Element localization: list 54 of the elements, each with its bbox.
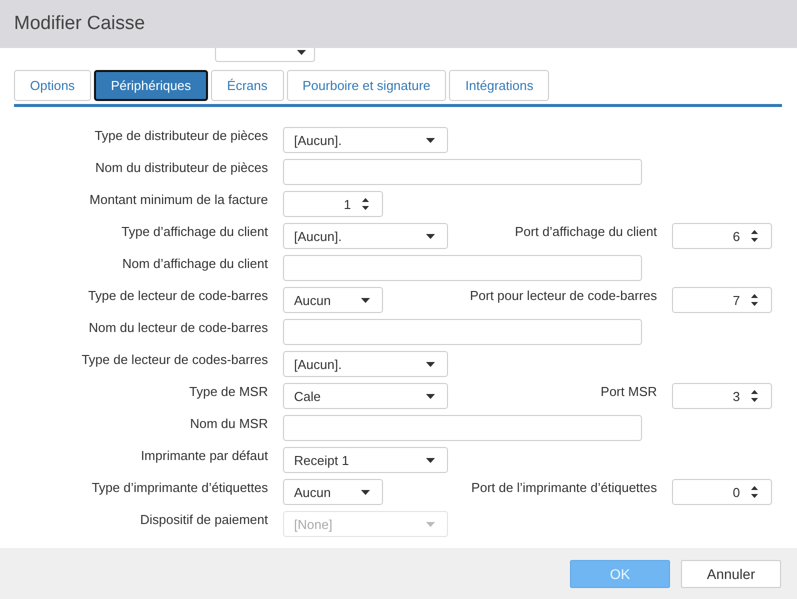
field-label: Type de lecteur de code-barres [87, 287, 268, 305]
field-label: Port d’affichage du client [514, 223, 657, 241]
field-label: Port MSR [600, 383, 657, 401]
cancel-button[interactable]: Annuler [681, 560, 781, 588]
number-spinner[interactable]: 1 [283, 191, 383, 217]
tab[interactable]: Périphériques [94, 70, 208, 101]
field-label: Montant minimum de la facture [88, 191, 268, 209]
field-label: Port pour lecteur de code-barres [470, 287, 657, 305]
number-spinner[interactable]: 0 [672, 479, 772, 505]
up-down-arrows-icon[interactable] [750, 485, 759, 499]
dropdown[interactable]: Cale [283, 383, 448, 409]
tab[interactable]: Écrans [211, 70, 284, 101]
caret-icon [426, 362, 435, 366]
dropdown[interactable]: Aucun [283, 287, 383, 313]
dropdown[interactable]: [Aucun]. [283, 351, 448, 377]
caret-icon [426, 394, 435, 398]
field-label: Nom du distributeur de pièces [94, 159, 268, 177]
caret-icon [426, 138, 435, 142]
dropdown[interactable]: [Aucun]. [283, 223, 448, 249]
caret-icon [361, 490, 370, 494]
input-field[interactable] [283, 159, 642, 185]
field-label: Imprimante par défaut [140, 447, 268, 465]
number-spinner[interactable]: 3 [672, 383, 772, 409]
field-label: Type d’imprimante d’étiquettes [90, 479, 268, 497]
input-field[interactable] [283, 319, 642, 345]
tab[interactable]: Intégrations [449, 70, 550, 101]
field-label: Type de distributeur de pièces [94, 127, 268, 145]
tab[interactable]: Pourboire et signature [286, 70, 446, 101]
window-title: Modifier Caisse [14, 13, 145, 35]
number-spinner[interactable]: 7 [672, 287, 772, 313]
caret-icon [361, 298, 370, 302]
field-label: Nom d’affichage du client [121, 255, 268, 273]
input-field[interactable] [283, 255, 642, 281]
up-down-arrows-icon[interactable] [750, 389, 759, 403]
caret-icon [426, 522, 435, 526]
up-down-arrows-icon[interactable] [750, 229, 759, 243]
field-label: Type de lecteur de codes-barres [80, 351, 268, 369]
up-down-arrows-icon[interactable] [750, 293, 759, 307]
field-label: Nom du MSR [188, 415, 268, 433]
field-label: Type de MSR [188, 383, 268, 401]
field-label: Port de l’imprimante d’étiquettes [471, 479, 657, 497]
dropdown[interactable]: Receipt 1 [283, 447, 448, 473]
caret-icon [426, 234, 435, 238]
field-label: Type d’affichage du client [120, 223, 268, 241]
field-label: Nom du lecteur de code-barres [88, 319, 268, 337]
tab[interactable]: Options [14, 70, 91, 101]
dropdown[interactable]: [Aucun]. [283, 127, 448, 153]
up-down-arrows-icon[interactable] [361, 197, 370, 211]
caret-icon [297, 50, 306, 55]
dropdown[interactable]: Aucun [283, 479, 383, 505]
input-field[interactable] [283, 415, 642, 441]
field-label: Dispositif de paiement [139, 511, 268, 529]
caret-icon [426, 458, 435, 462]
number-spinner[interactable]: 6 [672, 223, 772, 249]
